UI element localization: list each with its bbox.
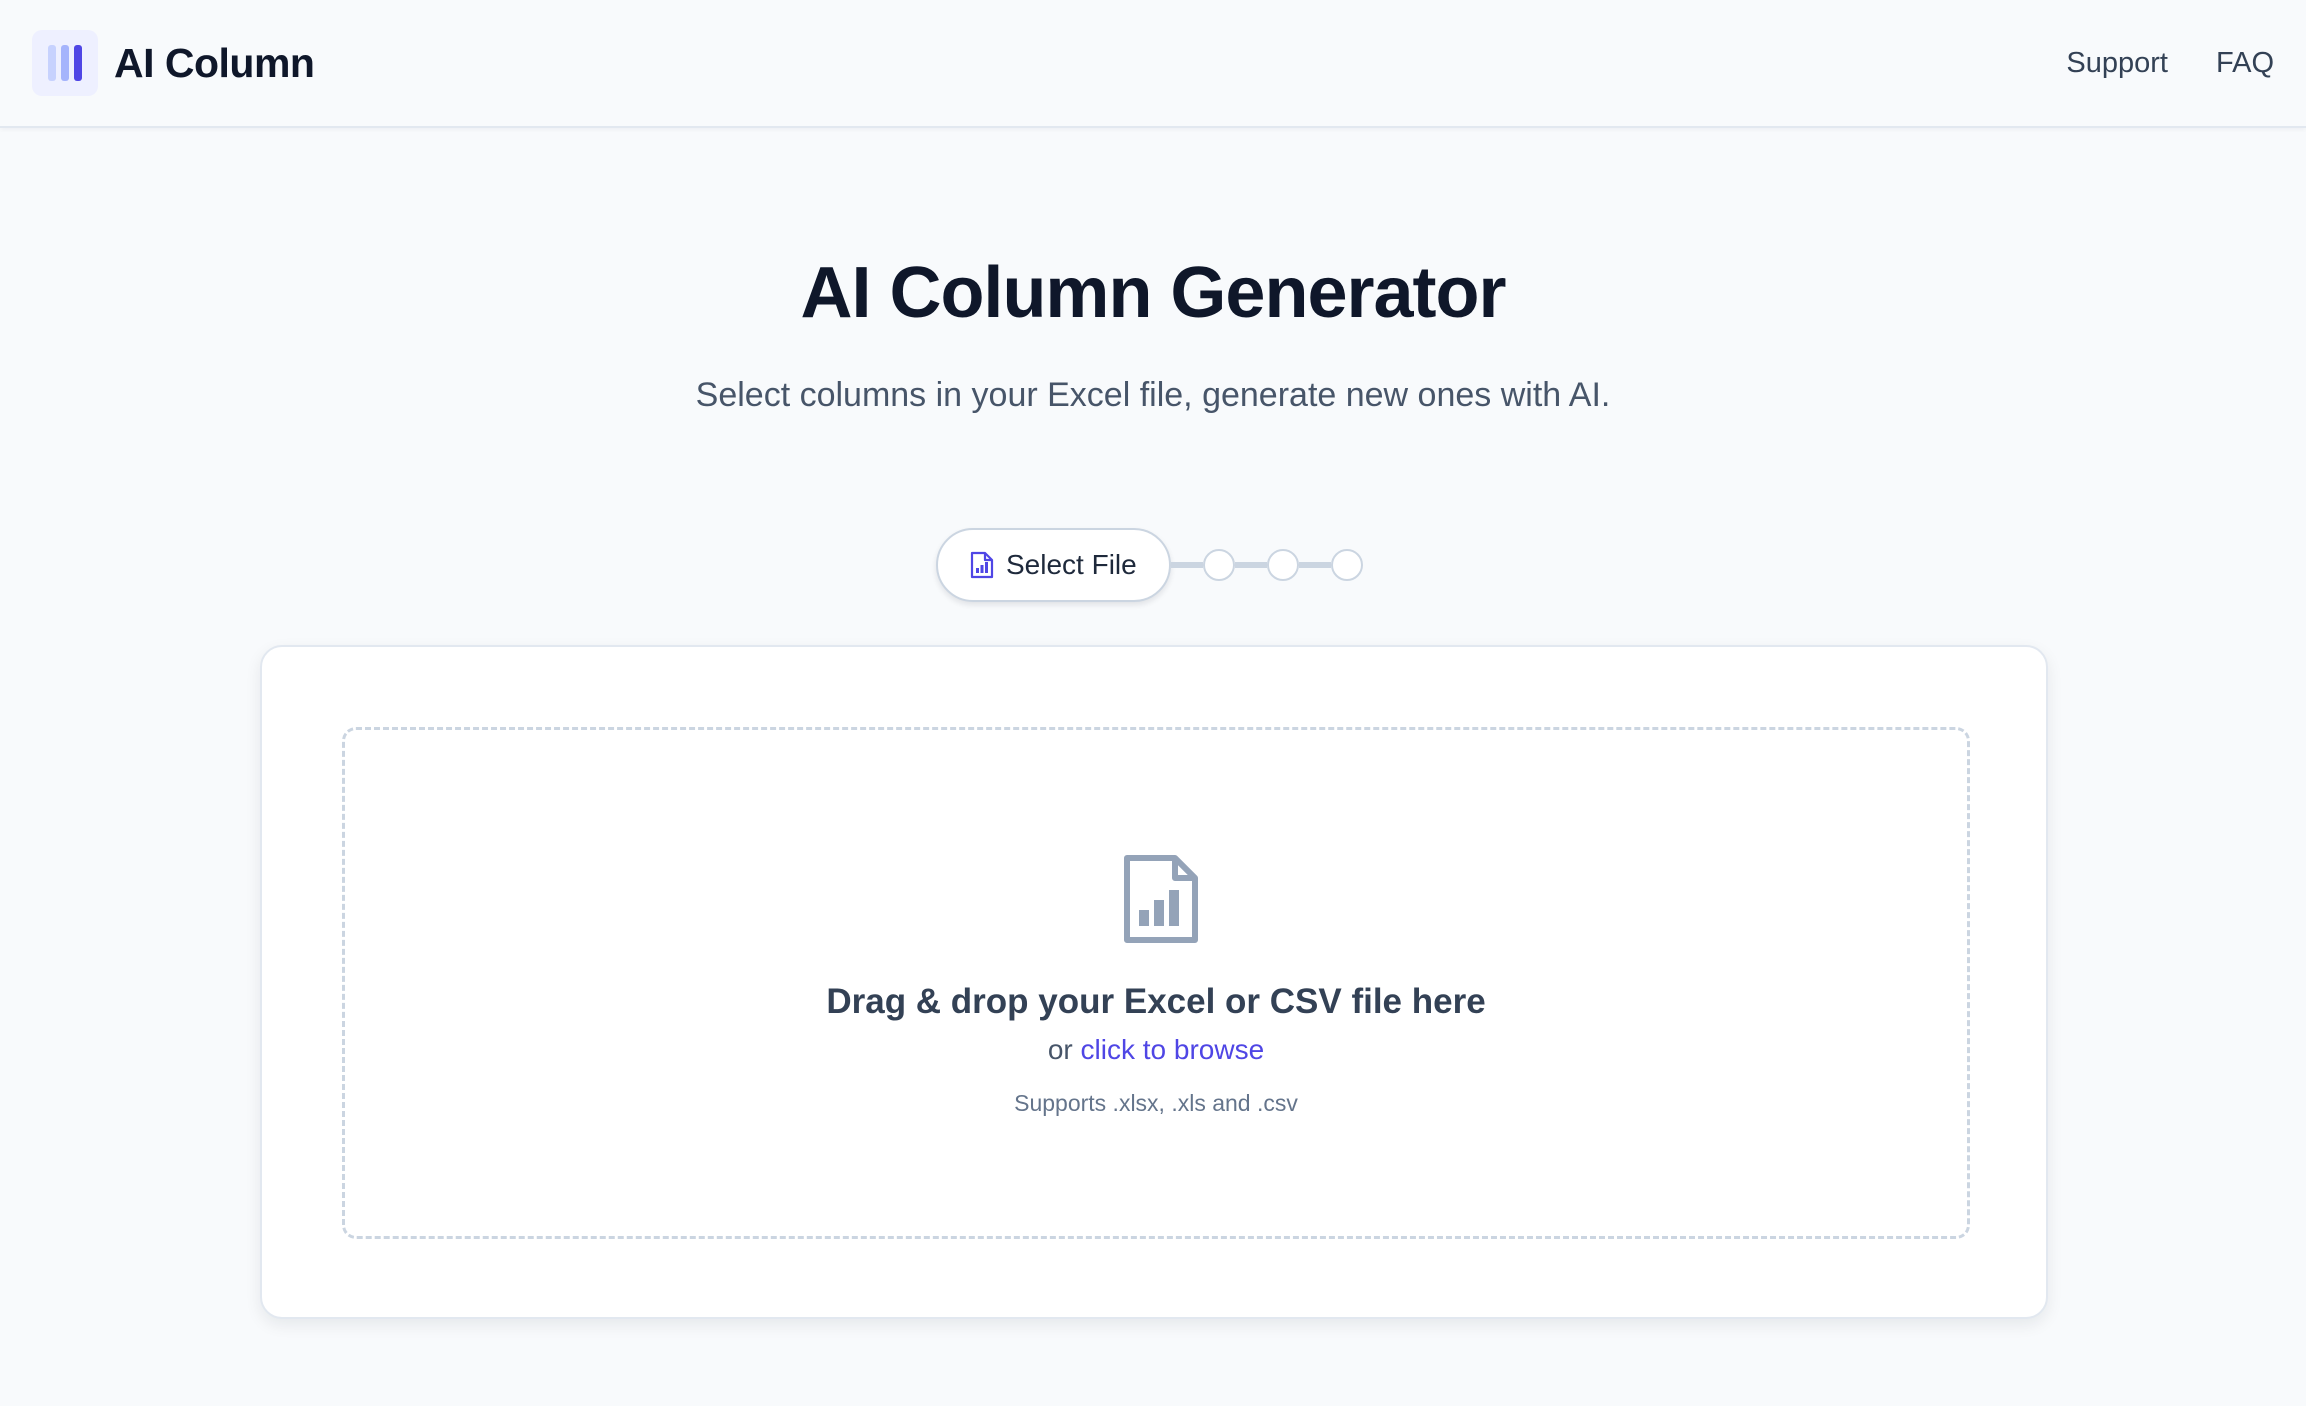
dropzone-browse-line: or click to browse bbox=[345, 1034, 1967, 1066]
browse-link[interactable]: click to browse bbox=[1081, 1034, 1265, 1065]
top-nav: Support FAQ bbox=[2066, 47, 2274, 80]
progress-stepper: Select File bbox=[936, 528, 1363, 602]
file-dropzone[interactable]: Drag & drop your Excel or CSV file here … bbox=[342, 727, 1970, 1239]
dropzone-or-text: or bbox=[1047, 1034, 1073, 1065]
step-connector bbox=[1170, 562, 1203, 568]
spreadsheet-file-icon bbox=[970, 551, 994, 579]
nav-support-link[interactable]: Support bbox=[2066, 47, 2168, 80]
brand-name: AI Column bbox=[114, 39, 315, 86]
page-subtitle: Select columns in your Excel file, gener… bbox=[695, 376, 1611, 414]
page-title: AI Column Generator bbox=[800, 253, 1506, 333]
spreadsheet-file-icon bbox=[1124, 855, 1198, 943]
step-1-select-file[interactable]: Select File bbox=[936, 528, 1171, 602]
step-connector bbox=[1298, 562, 1331, 568]
step-4-indicator bbox=[1330, 549, 1363, 581]
nav-faq-link[interactable]: FAQ bbox=[2216, 47, 2274, 80]
step-2-indicator bbox=[1202, 549, 1235, 581]
step-connector bbox=[1234, 562, 1267, 568]
brand-logo-link[interactable]: AI Column bbox=[32, 30, 315, 96]
columns-icon bbox=[32, 30, 98, 96]
step-3-indicator bbox=[1266, 549, 1299, 581]
dropzone-title: Drag & drop your Excel or CSV file here bbox=[826, 982, 1486, 1021]
supported-formats-text: Supports .xlsx, .xls and .csv bbox=[1014, 1090, 1298, 1116]
upload-card: Drag & drop your Excel or CSV file here … bbox=[260, 645, 2048, 1319]
app-header: AI Column Support FAQ bbox=[0, 0, 2306, 128]
step-1-label: Select File bbox=[1006, 549, 1137, 580]
